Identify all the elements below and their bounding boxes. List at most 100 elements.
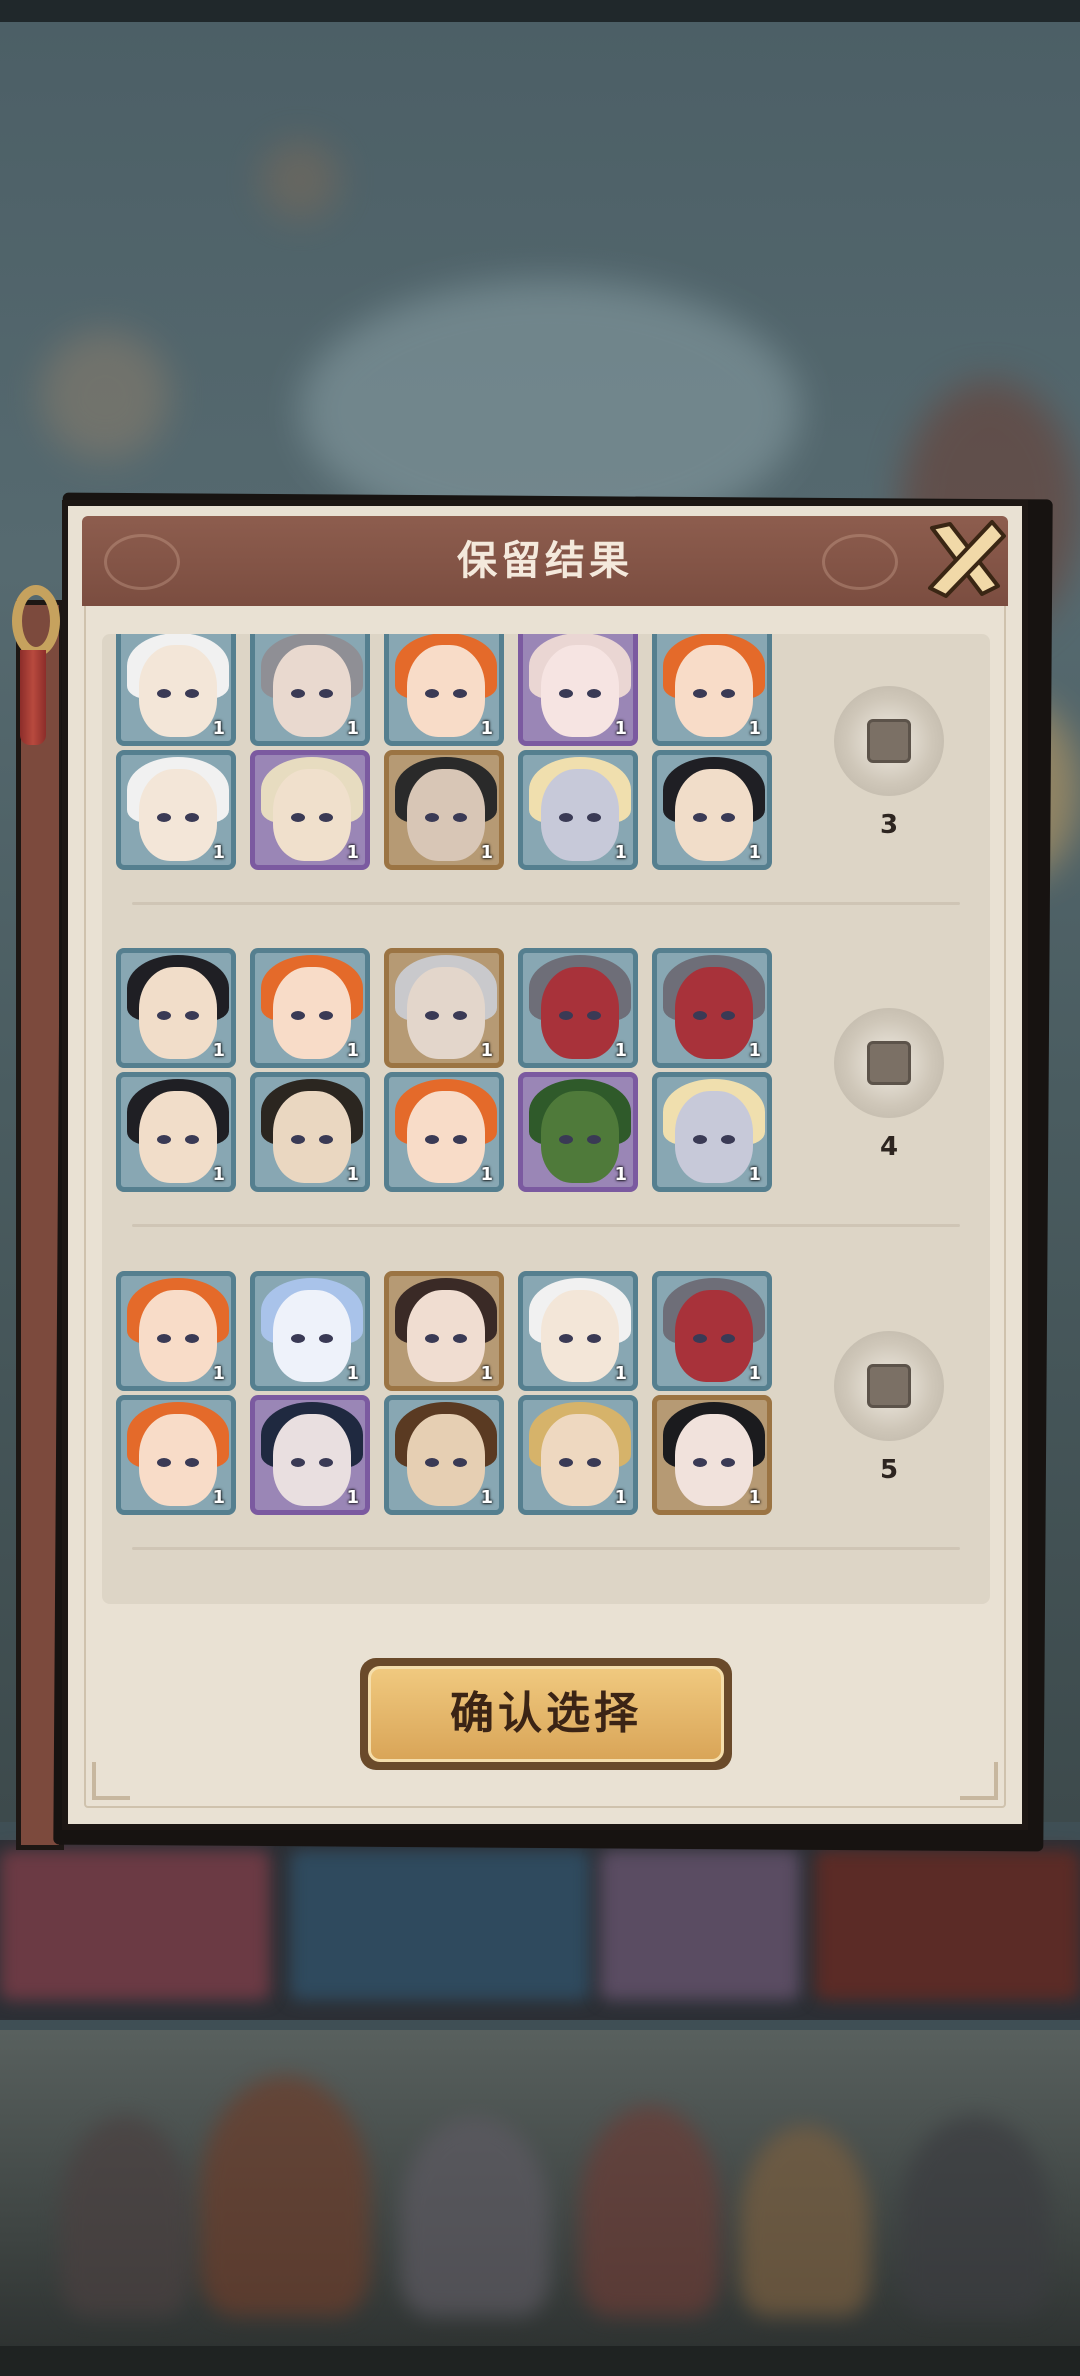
background-card: [290, 1850, 590, 2000]
background-bottom-bar: [0, 2346, 1080, 2376]
hero-portrait[interactable]: 1: [652, 1072, 772, 1192]
hero-group: 1 1 1 1 1 1 1 1 1 1 4: [102, 948, 990, 1256]
hero-eye: [693, 1458, 707, 1467]
hero-portrait[interactable]: 1: [116, 1395, 236, 1515]
hero-eye: [587, 1011, 601, 1020]
hero-eye: [721, 1011, 735, 1020]
hero-group-list[interactable]: 1 1 1 1 1 1 1 1 1 1 3 1 1 1 1 1 1 1 1 1 1 4 1 1 1 1 1 1 1 1 1 1 5: [102, 634, 990, 1604]
hero-eye: [319, 1458, 333, 1467]
group-select-toggle[interactable]: [834, 1008, 944, 1118]
hero-eye: [693, 1011, 707, 1020]
hero-portrait[interactable]: 1: [116, 750, 236, 870]
hero-portrait[interactable]: 1: [518, 1271, 638, 1391]
hero-eye: [157, 1135, 171, 1144]
hero-face: [541, 1414, 619, 1506]
hero-count: 1: [748, 1487, 761, 1508]
hero-eye: [291, 1334, 305, 1343]
hero-portrait[interactable]: 1: [116, 948, 236, 1068]
group-divider: [132, 902, 960, 905]
confirm-selection-button[interactable]: 确认选择: [360, 1658, 732, 1770]
hero-count: 1: [212, 1363, 225, 1384]
background-card: [815, 1850, 1080, 2000]
hero-face: [541, 967, 619, 1059]
hero-portrait[interactable]: 1: [518, 1072, 638, 1192]
hero-portrait[interactable]: 1: [116, 1072, 236, 1192]
hero-portrait[interactable]: 1: [116, 1271, 236, 1391]
hero-portrait[interactable]: 1: [384, 1271, 504, 1391]
dialog-title: 保留结果: [457, 538, 633, 584]
hero-count: 1: [480, 1487, 493, 1508]
hero-face: [541, 769, 619, 861]
group-number: 4: [879, 1132, 899, 1162]
hero-eye: [721, 813, 735, 822]
hero-face: [675, 645, 753, 737]
hero-face: [139, 769, 217, 861]
background-character: [400, 2116, 550, 2316]
hero-portrait[interactable]: 1: [384, 634, 504, 746]
hero-eye: [185, 1334, 199, 1343]
hero-face: [273, 1290, 351, 1382]
hero-eye: [291, 813, 305, 822]
hero-portrait[interactable]: 1: [250, 1072, 370, 1192]
hero-eye: [559, 1458, 573, 1467]
hero-portrait[interactable]: 1: [250, 750, 370, 870]
hero-eye: [559, 813, 573, 822]
hero-face: [675, 769, 753, 861]
background-character: [900, 2116, 1050, 2316]
hero-face: [675, 967, 753, 1059]
hero-count: 1: [346, 1363, 359, 1384]
confirm-button-label: 确认选择: [450, 1688, 642, 1739]
hero-portrait[interactable]: 1: [652, 634, 772, 746]
hero-portrait[interactable]: 1: [518, 948, 638, 1068]
hero-eye: [425, 1458, 439, 1467]
close-button[interactable]: [920, 514, 1010, 604]
hero-count: 1: [346, 1040, 359, 1061]
hero-portrait[interactable]: 1: [652, 1395, 772, 1515]
hero-portrait[interactable]: 1: [250, 634, 370, 746]
hero-portrait[interactable]: 1: [652, 948, 772, 1068]
hero-portrait[interactable]: 1: [384, 1395, 504, 1515]
corner-ornament-icon: [960, 1762, 998, 1800]
hero-portrait[interactable]: 1: [250, 1271, 370, 1391]
hero-portrait[interactable]: 1: [652, 750, 772, 870]
group-number: 5: [879, 1455, 899, 1485]
hero-portrait[interactable]: 1: [384, 1072, 504, 1192]
hero-portrait[interactable]: 1: [116, 634, 236, 746]
hero-portrait[interactable]: 1: [518, 750, 638, 870]
hero-eye: [453, 689, 467, 698]
tassel-ring-icon: [12, 585, 60, 657]
hero-portrait[interactable]: 1: [384, 948, 504, 1068]
hero-eye: [453, 1334, 467, 1343]
hero-portrait[interactable]: 1: [652, 1271, 772, 1391]
hero-eye: [425, 1135, 439, 1144]
group-select-toggle[interactable]: [834, 1331, 944, 1441]
hero-eye: [185, 1135, 199, 1144]
hero-eye: [319, 1011, 333, 1020]
hero-eye: [157, 813, 171, 822]
hero-face: [407, 769, 485, 861]
hero-eye: [185, 813, 199, 822]
hero-face: [407, 1290, 485, 1382]
hero-portrait[interactable]: 1: [250, 948, 370, 1068]
group-select-toggle[interactable]: [834, 686, 944, 796]
hero-count: 1: [748, 1040, 761, 1061]
hero-eye: [157, 1011, 171, 1020]
hero-eye: [291, 1011, 305, 1020]
group-divider: [132, 1224, 960, 1227]
hero-portrait[interactable]: 1: [518, 1395, 638, 1515]
hero-count: 1: [480, 1040, 493, 1061]
hero-eye: [693, 1135, 707, 1144]
hero-count: 1: [614, 1164, 627, 1185]
hero-count: 1: [480, 1363, 493, 1384]
hero-face: [273, 645, 351, 737]
hero-portrait[interactable]: 1: [518, 634, 638, 746]
hero-portrait[interactable]: 1: [250, 1395, 370, 1515]
hero-eye: [291, 1458, 305, 1467]
hero-portrait[interactable]: 1: [384, 750, 504, 870]
hero-count: 1: [212, 1164, 225, 1185]
hero-eye: [587, 1458, 601, 1467]
hero-eye: [425, 1334, 439, 1343]
hero-group: 1 1 1 1 1 1 1 1 1 1 3: [102, 634, 990, 934]
hero-eye: [291, 689, 305, 698]
hero-eye: [291, 1135, 305, 1144]
